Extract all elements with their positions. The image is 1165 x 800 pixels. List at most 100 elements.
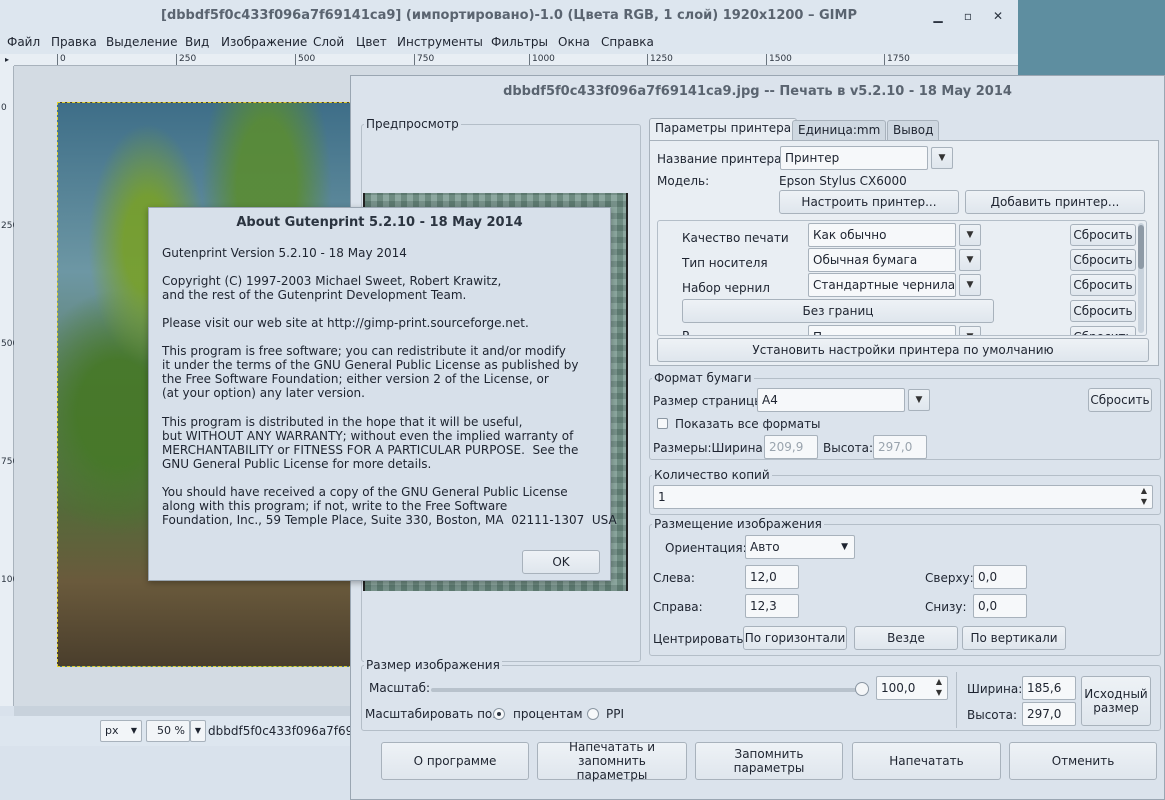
model-value: Epson Stylus CX6000 bbox=[779, 174, 907, 188]
show-all-formats-checkbox[interactable] bbox=[657, 418, 668, 429]
print-quality-select[interactable]: Как обычно bbox=[808, 223, 956, 247]
menu-filters[interactable]: Фильтры bbox=[491, 35, 548, 49]
tab-printer-settings[interactable]: Параметры принтера bbox=[649, 118, 798, 141]
spin-up-icon[interactable]: ▲ bbox=[932, 677, 946, 687]
reset-media-button[interactable]: Сбросить bbox=[1070, 249, 1136, 271]
chevron-down-icon[interactable]: ▼ bbox=[959, 224, 981, 246]
center-horizontal-button[interactable]: По горизонтали bbox=[743, 626, 847, 650]
paper-height-label: Высота: bbox=[823, 441, 874, 455]
printer-defaults-button[interactable]: Установить настройки принтера по умолчан… bbox=[657, 338, 1149, 362]
chevron-down-icon[interactable]: ▼ bbox=[908, 389, 930, 411]
scale-by-ppi-radio[interactable] bbox=[587, 708, 599, 720]
about-button[interactable]: О программе bbox=[381, 742, 529, 780]
page-size-select[interactable]: A4 bbox=[757, 388, 905, 412]
print-and-save-button[interactable]: Напечатать и запомнить параметры bbox=[537, 740, 687, 782]
spin-down-icon[interactable]: ▼ bbox=[1137, 497, 1151, 507]
scale-label: Масштаб: bbox=[369, 681, 431, 695]
media-type-select[interactable]: Обычная бумага bbox=[808, 248, 956, 272]
status-filename: dbbdf5f0c433f096a7f69 bbox=[208, 724, 354, 738]
right-margin-label: Справа: bbox=[653, 600, 703, 614]
reset-paper-button[interactable]: Сбросить bbox=[1088, 388, 1152, 412]
scale-slider-handle[interactable] bbox=[855, 682, 869, 696]
unit-select[interactable]: px ▼ bbox=[100, 720, 142, 742]
menu-view[interactable]: Вид bbox=[185, 35, 209, 49]
close-icon[interactable]: ✕ bbox=[990, 8, 1006, 24]
printer-name-label: Название принтера: bbox=[657, 152, 786, 166]
reset-ink-button[interactable]: Сбросить bbox=[1070, 274, 1136, 296]
option-select[interactable]: П bbox=[808, 325, 956, 335]
menu-tools[interactable]: Инструменты bbox=[397, 35, 483, 49]
zoom-dropdown-icon[interactable]: ▼ bbox=[190, 720, 206, 742]
center-label: Центрировать: bbox=[653, 632, 748, 646]
options-scrollbar[interactable] bbox=[1138, 223, 1144, 333]
scale-slider[interactable] bbox=[431, 688, 861, 692]
ok-button[interactable]: OK bbox=[522, 550, 600, 574]
spin-down-icon[interactable]: ▼ bbox=[932, 688, 946, 698]
chevron-down-icon[interactable]: ▼ bbox=[959, 274, 981, 296]
tab-output[interactable]: Вывод bbox=[887, 120, 940, 140]
ruler-corner-arrow-icon[interactable]: ▸ bbox=[0, 54, 14, 66]
menu-file[interactable]: Файл bbox=[7, 35, 40, 49]
ruler-tick: 750 bbox=[1, 457, 19, 467]
paper-width-field[interactable]: 209,9 bbox=[764, 435, 818, 459]
printer-name-field[interactable]: Принтер bbox=[780, 146, 928, 170]
page-size-label: Размер страницы bbox=[653, 394, 764, 408]
print-button[interactable]: Напечатать bbox=[852, 742, 1001, 780]
reset-borderless-button[interactable]: Сбросить bbox=[1070, 300, 1136, 322]
chevron-down-icon[interactable]: ▼ bbox=[931, 147, 953, 169]
spin-up-icon[interactable]: ▲ bbox=[1137, 486, 1151, 496]
menu-image[interactable]: Изображение bbox=[221, 35, 307, 49]
bottom-margin-input[interactable]: 0,0 bbox=[973, 594, 1027, 618]
menu-edit[interactable]: Правка bbox=[51, 35, 97, 49]
orientation-label: Ориентация: bbox=[665, 541, 747, 555]
percent-label: процентам bbox=[513, 707, 583, 721]
ruler-tick: 1250 bbox=[647, 54, 673, 65]
add-printer-button[interactable]: Добавить принтер... bbox=[965, 190, 1145, 214]
gimp-window-title: [dbbdf5f0c433f096a7f69141ca9] (импортиро… bbox=[0, 0, 1018, 32]
menu-help[interactable]: Справка bbox=[601, 35, 654, 49]
left-margin-input[interactable]: 12,0 bbox=[745, 565, 799, 589]
borderless-toggle[interactable]: Без границ bbox=[682, 299, 994, 323]
original-size-button[interactable]: Исходный размер bbox=[1081, 676, 1151, 726]
menu-windows[interactable]: Окна bbox=[558, 35, 590, 49]
vertical-ruler: 0 250 500 750 1000 bbox=[0, 66, 24, 706]
center-all-button[interactable]: Везде bbox=[854, 626, 958, 650]
paper-height-field[interactable]: 297,0 bbox=[873, 435, 927, 459]
ink-set-select[interactable]: Стандартные чернила E bbox=[808, 273, 956, 297]
zoom-input[interactable]: 50 % bbox=[146, 720, 190, 742]
top-margin-label: Сверху: bbox=[925, 571, 974, 585]
size-width-input[interactable]: 185,6 bbox=[1022, 676, 1076, 700]
size-height-input[interactable]: 297,0 bbox=[1022, 702, 1076, 726]
top-margin-input[interactable]: 0,0 bbox=[973, 565, 1027, 589]
orientation-select[interactable]: Авто ▼ bbox=[745, 535, 855, 559]
maximize-icon[interactable]: ▫ bbox=[960, 8, 976, 24]
model-label: Модель: bbox=[657, 174, 710, 188]
menu-bar: Файл Правка Выделение Вид Изображение Сл… bbox=[0, 32, 1018, 54]
size-height-label: Высота: bbox=[967, 708, 1018, 722]
bottom-margin-label: Снизу: bbox=[925, 600, 967, 614]
minimize-icon[interactable]: ▁ bbox=[930, 8, 946, 24]
dims-width-label: Размеры:Ширина: bbox=[653, 441, 767, 455]
copies-label: Количество копий bbox=[652, 468, 772, 482]
menu-colors[interactable]: Цвет bbox=[356, 35, 387, 49]
chevron-down-icon[interactable]: ▼ bbox=[959, 249, 981, 271]
reset-quality-button[interactable]: Сбросить bbox=[1070, 224, 1136, 246]
setup-printer-button[interactable]: Настроить принтер... bbox=[779, 190, 959, 214]
save-settings-button[interactable]: Запомнить параметры bbox=[695, 742, 843, 780]
scale-by-percent-radio[interactable] bbox=[493, 708, 505, 720]
printer-options-list: Качество печати Как обычно ▼ Сбросить Ти… bbox=[657, 220, 1147, 336]
copies-input[interactable]: 1 bbox=[653, 485, 1153, 509]
center-vertical-button[interactable]: По вертикали bbox=[962, 626, 1066, 650]
scale-by-label: Масштабировать по: bbox=[365, 707, 497, 721]
zoom-value: 50 % bbox=[157, 724, 185, 737]
chevron-down-icon[interactable]: ▼ bbox=[959, 326, 981, 335]
about-version-text: Gutenprint Version 5.2.10 - 18 May 2014 bbox=[162, 246, 407, 260]
cancel-button[interactable]: Отменить bbox=[1009, 742, 1157, 780]
right-margin-input[interactable]: 12,3 bbox=[745, 594, 799, 618]
reset-button[interactable]: Сбросить bbox=[1070, 326, 1136, 335]
menu-layer[interactable]: Слой bbox=[313, 35, 344, 49]
menu-select[interactable]: Выделение bbox=[106, 35, 177, 49]
tab-units[interactable]: Единица:mm bbox=[792, 120, 887, 140]
ruler-tick: 250 bbox=[176, 54, 196, 65]
scrollbar-thumb[interactable] bbox=[1138, 225, 1144, 269]
